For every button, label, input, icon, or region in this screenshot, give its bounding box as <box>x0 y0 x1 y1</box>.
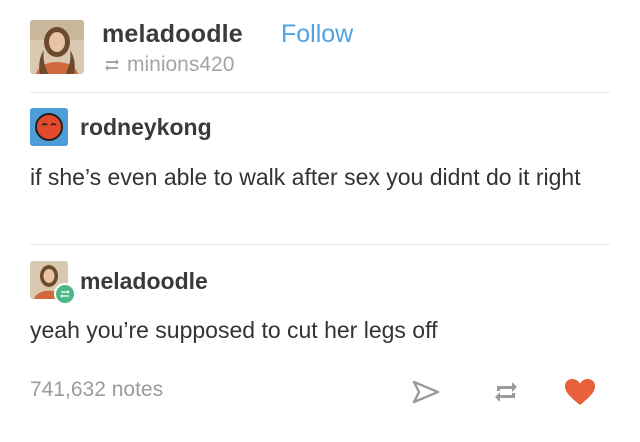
reblog-icon <box>105 59 119 71</box>
avatar[interactable] <box>30 261 76 305</box>
share-icon <box>412 380 440 404</box>
avatar[interactable] <box>30 108 68 146</box>
thread-entry-header: meladoodle <box>30 261 208 305</box>
reblog-source-username[interactable]: minions420 <box>127 53 234 77</box>
reblog-icon <box>54 283 76 305</box>
reblog-button[interactable] <box>486 372 526 412</box>
notes-count[interactable]: 741,632 notes <box>30 378 163 402</box>
avatar[interactable] <box>30 20 84 74</box>
divider <box>30 92 610 93</box>
post-header: meladoodle Follow minions420 <box>30 20 610 80</box>
thread-username[interactable]: meladoodle <box>80 268 208 295</box>
reblog-icon <box>495 382 517 402</box>
follow-button[interactable]: Follow <box>281 20 353 49</box>
thread-entry-header: rodneykong <box>30 108 212 146</box>
like-button[interactable] <box>560 372 600 412</box>
thread-username[interactable]: rodneykong <box>80 114 212 141</box>
thread-text: if she’s even able to walk after sex you… <box>30 164 581 190</box>
post-footer: 741,632 notes <box>30 372 610 412</box>
thread-text: yeah you’re supposed to cut her legs off <box>30 317 438 343</box>
reblogged-from: minions420 <box>103 52 234 78</box>
share-button[interactable] <box>406 372 446 412</box>
post-author-username[interactable]: meladoodle <box>102 20 243 49</box>
heart-icon <box>565 379 595 405</box>
divider <box>30 244 610 245</box>
